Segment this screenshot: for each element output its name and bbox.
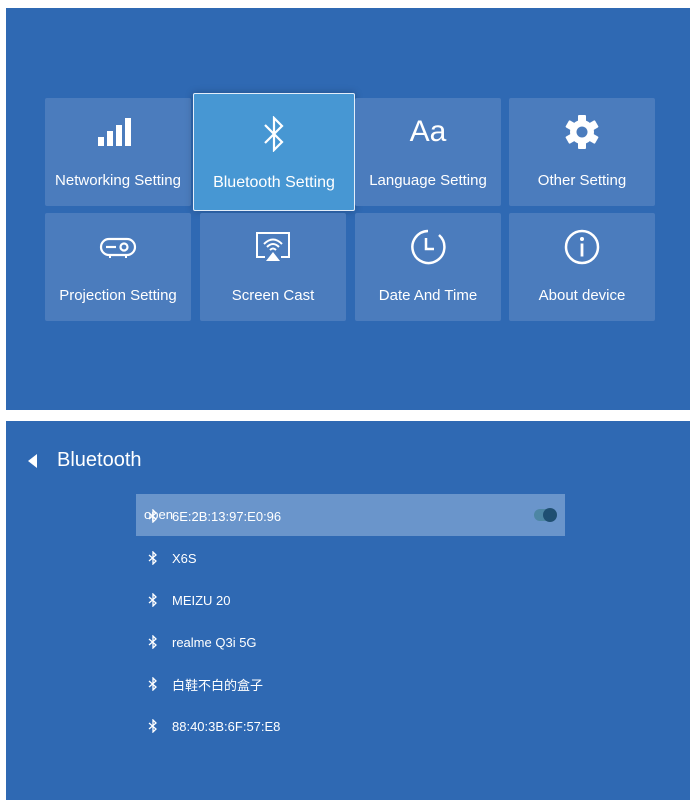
gear-icon [509, 112, 655, 152]
bluetooth-toggle[interactable] [534, 508, 557, 522]
other-setting-label: Other Setting [537, 172, 627, 189]
device-list-item[interactable]: realme Q3i 5G [148, 632, 257, 652]
about-device-label: About device [538, 287, 626, 304]
bluetooth-setting-label: Bluetooth Setting [213, 174, 335, 191]
bluetooth-icon [148, 509, 158, 523]
device-list-item[interactable]: 6E:2B:13:97:E0:96 [148, 506, 281, 526]
networking-setting-label: Networking Setting [55, 172, 181, 189]
device-name: MEIZU 20 [172, 592, 231, 608]
device-name: realme Q3i 5G [172, 634, 257, 650]
language-setting-label: Language Setting [369, 172, 487, 189]
info-icon [509, 227, 655, 267]
bluetooth-panel: Bluetooth open 6E:2B:13:97:E0:96 X6S MEI… [6, 421, 690, 800]
bluetooth-icon [148, 551, 158, 565]
date-and-time-tile[interactable]: Date And Time [355, 213, 501, 321]
screen-cast-label: Screen Cast [231, 287, 315, 304]
clock-icon [355, 227, 501, 267]
language-setting-tile[interactable]: Aa Language Setting [355, 98, 501, 206]
bluetooth-icon [148, 635, 158, 649]
device-name: 88:40:3B:6F:57:E8 [172, 718, 281, 734]
bluetooth-icon [148, 677, 158, 691]
device-name: X6S [172, 550, 197, 566]
bluetooth-setting-tile[interactable]: Bluetooth Setting [193, 93, 355, 211]
other-setting-tile[interactable]: Other Setting [509, 98, 655, 206]
about-device-tile[interactable]: About device [509, 213, 655, 321]
device-name: 白鞋不白的盒子 [172, 677, 264, 693]
device-list-item[interactable]: 88:40:3B:6F:57:E8 [148, 716, 280, 736]
toggle-knob [543, 508, 557, 522]
projector-icon [45, 227, 191, 267]
signal-bars-icon [45, 112, 191, 152]
device-name: 6E:2B:13:97:E0:96 [172, 508, 282, 524]
device-list-item[interactable]: X6S [148, 548, 197, 568]
font-aa-icon: Aa [409, 115, 447, 148]
device-list-item[interactable]: MEIZU 20 [148, 590, 231, 610]
page-title: Bluetooth [57, 449, 142, 471]
screen-cast-tile[interactable]: Screen Cast [200, 213, 346, 321]
bluetooth-icon [148, 593, 158, 607]
screen-cast-icon [200, 227, 346, 267]
projection-setting-label: Projection Setting [59, 287, 177, 304]
settings-menu-panel: Networking Setting Bluetooth Setting Aa … [6, 8, 690, 410]
date-and-time-label: Date And Time [378, 287, 478, 304]
projection-setting-tile[interactable]: Projection Setting [45, 213, 191, 321]
bluetooth-icon [148, 719, 158, 733]
networking-setting-tile[interactable]: Networking Setting [45, 98, 191, 206]
bluetooth-header: Bluetooth [28, 449, 142, 472]
back-arrow-icon[interactable] [28, 453, 37, 468]
device-list-item[interactable]: 白鞋不白的盒子 [148, 674, 263, 694]
bluetooth-icon [194, 114, 354, 154]
